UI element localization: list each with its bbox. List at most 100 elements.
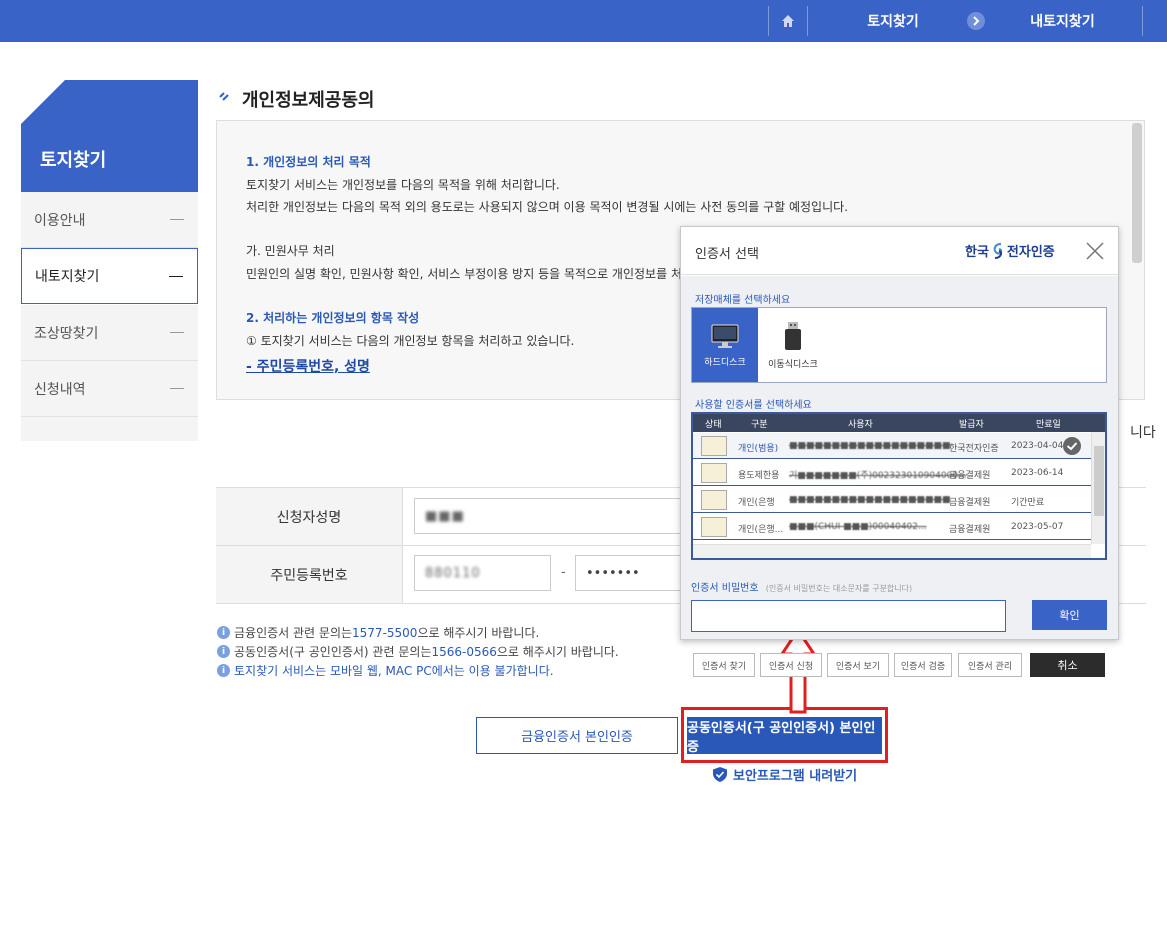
sidebar-item-label: 신청내역: [34, 381, 86, 398]
info-icon: i: [217, 645, 230, 658]
decorative-corner: [21, 80, 65, 124]
cert-expiry: 2023-05-07: [1011, 522, 1064, 532]
certificate-icon: [701, 463, 727, 483]
home-icon[interactable]: [769, 0, 807, 42]
dialog-header: 인증서 선택 한국 전자인증: [681, 227, 1118, 275]
certificate-table: 상태 구분 사용자 발급자 만료일 개인(범용) ■■■■■■■■■■■■■■■…: [691, 412, 1107, 560]
agreement-subheading: 가. 민원사무 처리: [246, 244, 335, 258]
phone-number: 1577-5500: [352, 625, 418, 640]
vertical-scrollbar[interactable]: [1091, 432, 1105, 544]
breadcrumb-my-land-search[interactable]: 내토지찾기: [990, 0, 1135, 42]
rrn-label: 주민등록번호: [216, 546, 403, 603]
close-icon[interactable]: [1085, 241, 1105, 261]
dash-icon: [169, 276, 183, 277]
name-value: ■■■: [425, 508, 465, 524]
storage-label: 저장매체를 선택하세요: [695, 295, 791, 306]
info-icon: i: [217, 664, 230, 677]
storage-removable-disk[interactable]: 이동식디스크: [760, 308, 826, 382]
divider: [1142, 6, 1143, 36]
sidebar-item-label: 내토지찾기: [35, 269, 100, 285]
table-row[interactable]: 개인(은행 ■■■■■■■■■■■■■■■■■■■ 금융결제원 기간만료: [693, 487, 1091, 513]
certificate-icon: [701, 490, 727, 510]
agreement-text: 처리한 개인정보는 다음의 목적 외의 용도로는 사용되지 않으며 이용 목적이…: [246, 200, 848, 214]
cert-expiry: 2023-06-14: [1011, 468, 1064, 478]
sidebar-item-usage-guide[interactable]: 이용안내: [21, 192, 198, 248]
agreement-heading: 2. 처리하는 개인정보의 항목 작성: [246, 311, 420, 325]
top-navigation-bar: 토지찾기 내토지찾기: [0, 0, 1167, 42]
cert-type: 용도제한용: [738, 471, 780, 481]
cert-password-input[interactable]: [691, 600, 1006, 632]
cert-expiry: 2023-04-04: [1011, 441, 1064, 451]
scrollbar-thumb[interactable]: [1094, 446, 1104, 516]
info-icon: i: [217, 626, 230, 639]
table-row[interactable]: 개인(범용) ■■■■■■■■■■■■■■■■■■■ 한국전자인증 2023-0…: [693, 433, 1091, 459]
cert-user: ■■■(CHUI ■■■)00040402...: [789, 522, 927, 532]
column-header: 구분: [751, 420, 768, 430]
note-text: 공동인증서(구 공인인증서) 관련 문의는: [234, 645, 432, 659]
phone-number: 1566-0566: [431, 644, 497, 659]
cert-type: 개인(은행: [738, 498, 775, 508]
name-input[interactable]: ■■■: [414, 498, 684, 534]
manage-cert-button[interactable]: 인증서 관리: [958, 653, 1022, 677]
cert-expiry: 기간만료: [1011, 498, 1045, 508]
cancel-button[interactable]: 취소: [1030, 653, 1105, 677]
public-cert-auth-button[interactable]: 공동인증서(구 공인인증서) 본인인증: [687, 717, 882, 755]
page-title: 개인정보제공동의: [242, 90, 375, 111]
rrn-dash: -: [561, 565, 566, 580]
view-cert-button[interactable]: 인증서 보기: [827, 653, 889, 677]
password-hint: (인증서 비밀번호는 대소문자를 구분합니다): [765, 584, 913, 593]
cert-type: 개인(범용): [738, 444, 779, 454]
download-label: 보안프로그램 내려받기: [733, 769, 858, 784]
agreement-text: 토지찾기 서비스는 개인정보를 다음의 목적을 위해 처리합니다.: [246, 178, 560, 192]
cert-list-label: 사용할 인증서를 선택하세요: [695, 400, 812, 411]
confirm-button[interactable]: 확인: [1032, 600, 1107, 630]
sidebar-item-ancestor-land[interactable]: 조상땅찾기: [21, 305, 198, 361]
sidebar-item-my-land[interactable]: 내토지찾기: [21, 248, 198, 304]
logo-text: 전자인증: [1006, 245, 1055, 260]
table-row[interactable]: 개인(은행... ■■■(CHUI ■■■)00040402... 금융결제원 …: [693, 514, 1091, 540]
dialog-body: 저장매체를 선택하세요 하드디스크 이동식디스크 사용할 인증서를 선택하세요 …: [681, 276, 1118, 639]
storage-label-text: 하드디스크: [704, 357, 746, 368]
section-bullet-icon: [219, 90, 231, 105]
sidebar-footer: [21, 417, 198, 441]
cert-issuer: 한국전자인증: [949, 444, 999, 454]
rrn-back-input[interactable]: •••••••: [575, 555, 685, 591]
cert-issuer: 금융결제원: [949, 525, 991, 535]
agreement-items-link[interactable]: - 주민등록번호, 성명: [246, 356, 370, 376]
cert-user: 기■■■■■■■(주)002323010904000...: [789, 471, 967, 481]
certificate-select-dialog: 인증서 선택 한국 전자인증 저장매체를 선택하세요 하드디스크 이동식디스크 …: [680, 226, 1119, 640]
apply-cert-button[interactable]: 인증서 신청: [760, 653, 822, 677]
rrn-front-value: 880110: [425, 565, 481, 581]
cert-type: 개인(은행...: [738, 525, 784, 535]
dash-icon: [170, 219, 184, 220]
storage-hard-disk[interactable]: 하드디스크: [692, 308, 758, 382]
cert-issuer: 금융결제원: [949, 471, 991, 481]
note-text: 금융인증서 관련 문의는: [234, 626, 353, 640]
cert-user: ■■■■■■■■■■■■■■■■■■■: [789, 495, 951, 505]
note-public-cert: i 공동인증서(구 공인인증서) 관련 문의는 1566-0566 으로 해주시…: [217, 643, 619, 660]
password-label-text: 인증서 비밀번호: [691, 583, 759, 594]
table-row[interactable]: 용도제한용 기■■■■■■■(주)002323010904000... 금융결제…: [693, 460, 1091, 486]
highlight-box: 공동인증서(구 공인인증서) 본인인증: [681, 707, 888, 763]
column-header: 상태: [705, 420, 722, 430]
agreement-text: ① 토지찾기 서비스는 다음의 개인정보 항목을 처리하고 있습니다.: [246, 334, 575, 348]
chevron-right-icon: [966, 0, 986, 42]
sidebar-header: 토지찾기: [21, 80, 198, 192]
verify-cert-button[interactable]: 인증서 검증: [894, 653, 952, 677]
rrn-front-input[interactable]: 880110: [414, 555, 551, 591]
security-program-download-link[interactable]: 보안프로그램 내려받기: [713, 765, 857, 784]
horizontal-scrollbar[interactable]: [693, 544, 1091, 558]
certificate-icon: [701, 517, 727, 537]
storage-label-text: 이동식디스크: [768, 359, 818, 370]
note-mobile-unsupported: i 토지찾기 서비스는 모바일 웹, MAC PC에서는 이용 불가합니다.: [217, 662, 554, 679]
financial-cert-auth-button[interactable]: 금융인증서 본인인증: [476, 717, 678, 754]
breadcrumb-land-search[interactable]: 토지찾기: [808, 0, 978, 42]
sidebar-item-application-history[interactable]: 신청내역: [21, 361, 198, 417]
cert-user: ■■■■■■■■■■■■■■■■■■■: [789, 441, 951, 451]
partially-hidden-text: 니다: [1130, 425, 1156, 441]
monitor-icon: [711, 324, 739, 348]
scrollbar[interactable]: [1132, 123, 1142, 263]
logo-text: 한국: [965, 245, 989, 260]
usb-icon: [785, 321, 801, 350]
find-cert-button[interactable]: 인증서 찾기: [693, 653, 755, 677]
